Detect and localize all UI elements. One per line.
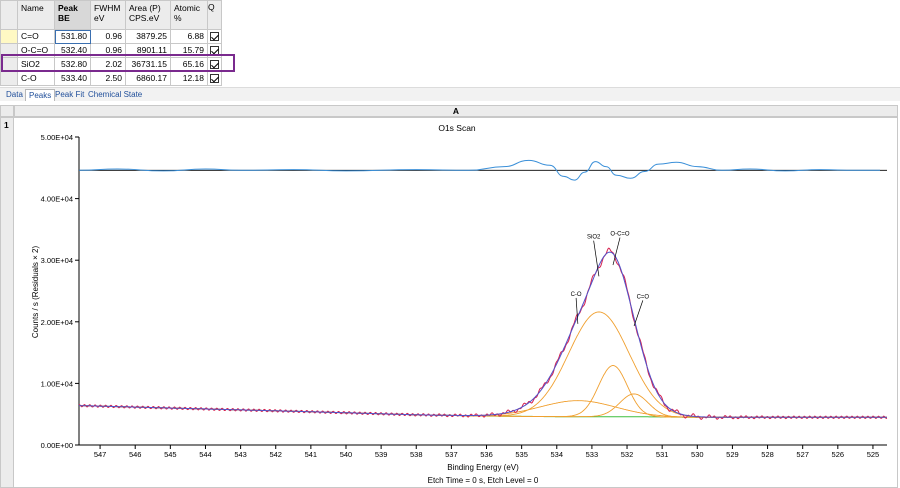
peak-label: C-O bbox=[571, 292, 582, 298]
x-tick-label: 534 bbox=[551, 450, 564, 459]
chart-title: O1s Scan bbox=[438, 123, 476, 133]
peak-label-leader bbox=[633, 300, 644, 327]
x-tick-label: 528 bbox=[761, 450, 774, 459]
x-tick-label: 538 bbox=[410, 450, 423, 459]
peak-label: O-C=O bbox=[610, 232, 630, 238]
x-tick-label: 533 bbox=[586, 450, 599, 459]
y-tick-label: 1.00E+04 bbox=[41, 379, 73, 388]
x-tick-label: 543 bbox=[234, 450, 247, 459]
peak-component-c-o bbox=[79, 393, 887, 418]
x-tick-label: 544 bbox=[199, 450, 212, 459]
x-tick-label: 536 bbox=[480, 450, 493, 459]
x-tick-label: 547 bbox=[94, 450, 107, 459]
x-tick-label: 540 bbox=[340, 450, 353, 459]
x-tick-label: 525 bbox=[867, 450, 880, 459]
peak-label-leader bbox=[612, 237, 621, 266]
x-tick-label: 537 bbox=[445, 450, 458, 459]
y-tick-label: 4.00E+04 bbox=[41, 195, 73, 204]
x-tick-label: 530 bbox=[691, 450, 704, 459]
x-tick-label: 542 bbox=[269, 450, 282, 459]
peak-label: C=O bbox=[637, 294, 650, 300]
y-tick-label: 5.00E+04 bbox=[41, 133, 73, 142]
peak-label: SiO2 bbox=[587, 235, 601, 241]
y-tick-label: 2.00E+04 bbox=[41, 318, 73, 327]
x-tick-label: 526 bbox=[832, 450, 845, 459]
y-tick-label: 3.00E+04 bbox=[41, 256, 73, 265]
x-tick-label: 539 bbox=[375, 450, 388, 459]
x-tick-label: 541 bbox=[305, 450, 318, 459]
x-axis-label: Binding Energy (eV) bbox=[447, 463, 519, 472]
x-tick-label: 535 bbox=[515, 450, 528, 459]
x-tick-label: 531 bbox=[656, 450, 669, 459]
y-axis-label: Counts / s (Residuals × 2) bbox=[31, 246, 40, 339]
y-tick-label: 0.00E+00 bbox=[41, 441, 73, 450]
envelope-series bbox=[79, 251, 887, 418]
chart-footer: Etch Time = 0 s, Etch Level = 0 bbox=[428, 476, 539, 485]
peak-component-o-c-o bbox=[79, 365, 887, 418]
x-tick-label: 529 bbox=[726, 450, 739, 459]
x-tick-label: 546 bbox=[129, 450, 142, 459]
x-tick-label: 532 bbox=[621, 450, 634, 459]
xps-chart: O1s Scan Binding Energy (eV) Etch Time =… bbox=[31, 123, 888, 485]
raw-data-series bbox=[78, 247, 888, 420]
x-tick-label: 545 bbox=[164, 450, 177, 459]
peak-component-sio2 bbox=[79, 311, 887, 418]
x-tick-label: 527 bbox=[796, 450, 809, 459]
